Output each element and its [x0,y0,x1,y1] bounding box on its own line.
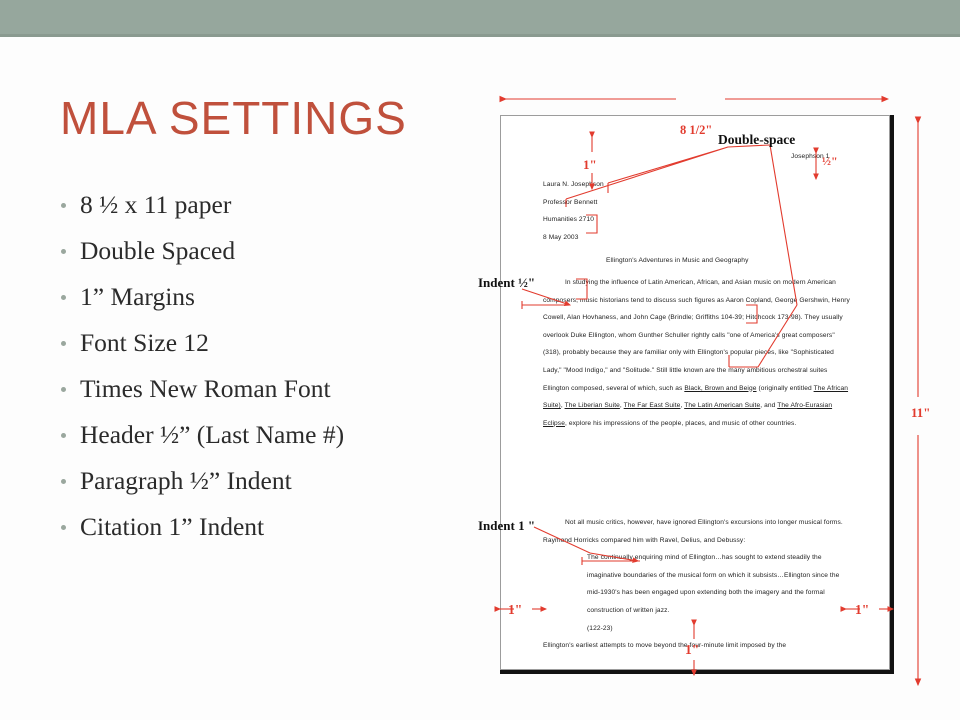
list-item: Font Size 12 [56,320,466,366]
page-title: MLA SETTINGS [60,92,407,144]
heading-line: Professor Bennett [543,198,598,206]
annotation-page-width: 8 1/2" [680,123,713,137]
bullet-label: Font Size 12 [80,328,209,357]
bullet-label: Paragraph ½” Indent [80,466,292,495]
body-text: , explore his impressions of the people,… [564,419,797,427]
list-item: Citation 1” Indent [56,504,466,550]
document-quote-section: Not all music critics, however, have ign… [543,514,853,637]
annotation-page-height: 11" [911,405,931,420]
bullet-label: Times New Roman Font [80,374,331,403]
bullet-label: 8 ½ x 11 paper [80,190,232,219]
second-paragraph: Not all music critics, however, have ign… [543,519,843,544]
slide-top-bar [0,0,960,37]
work-title: The Liberian Suite [564,402,620,410]
list-item: Times New Roman Font [56,366,466,412]
slide-left-column: MLA SETTINGS 8 ½ x 11 paper Double Space… [0,37,470,720]
list-item: 1” Margins [56,274,466,320]
document-heading-block: Laura N. Josephson Professor Bennett Hum… [543,176,604,246]
list-item: Double Spaced [56,228,466,274]
block-quote: The continually enquiring mind of Elling… [587,554,840,614]
heading-line: Humanities 2710 [543,216,594,223]
bullet-label: Header ½” (Last Name #) [80,420,345,449]
bullet-label: Citation 1” Indent [80,512,265,541]
block-quote-citation: (122-23) [587,624,613,632]
heading-line: Laura N. Josephson [543,181,604,188]
document-body-paragraph: In studying the influence of Latin Ameri… [543,274,853,432]
bullet-label: 1” Margins [80,282,195,311]
annotation-top-margin: 1" [583,157,597,172]
annotation-right-margin: 1" [855,602,870,617]
heading-line: 8 May 2003 [543,233,579,241]
settings-bullet-list: 8 ½ x 11 paper Double Spaced 1” Margins … [56,182,466,550]
annotation-indent-half: Indent ½" [478,275,536,290]
annotation-indent-one: Indent 1 " [478,518,536,533]
list-item: 8 ½ x 11 paper [56,182,466,228]
body-text: In studying the influence of Latin Ameri… [543,279,850,392]
annotation-left-margin: 1" [508,602,523,617]
annotation-header-offset: ½" [822,154,838,168]
mla-page-diagram: Josephson 1 Laura N. Josephson Professor… [470,37,960,720]
work-title: The Far East Suite [623,402,681,410]
list-item: Paragraph ½” Indent [56,458,466,504]
work-title: The Latin American Suite [684,402,761,410]
document-last-line: Ellington's earliest attempts to move be… [543,642,787,649]
bullet-label: Double Spaced [80,236,236,265]
annotation-double-space: Double-space [718,132,796,147]
annotation-bottom-margin: 1" [685,642,700,657]
list-item: Header ½” (Last Name #) [56,412,466,458]
paper-sheet: Josephson 1 Laura N. Josephson Professor… [500,115,890,670]
work-title: Black, Brown and Beige [684,384,757,392]
document-essay-title: Ellington's Adventures in Music and Geog… [606,257,749,264]
body-paragraph: In studying the influence of Latin Ameri… [543,274,853,432]
body-text: (originally entitled [756,384,814,392]
body-text: , and [760,402,778,410]
